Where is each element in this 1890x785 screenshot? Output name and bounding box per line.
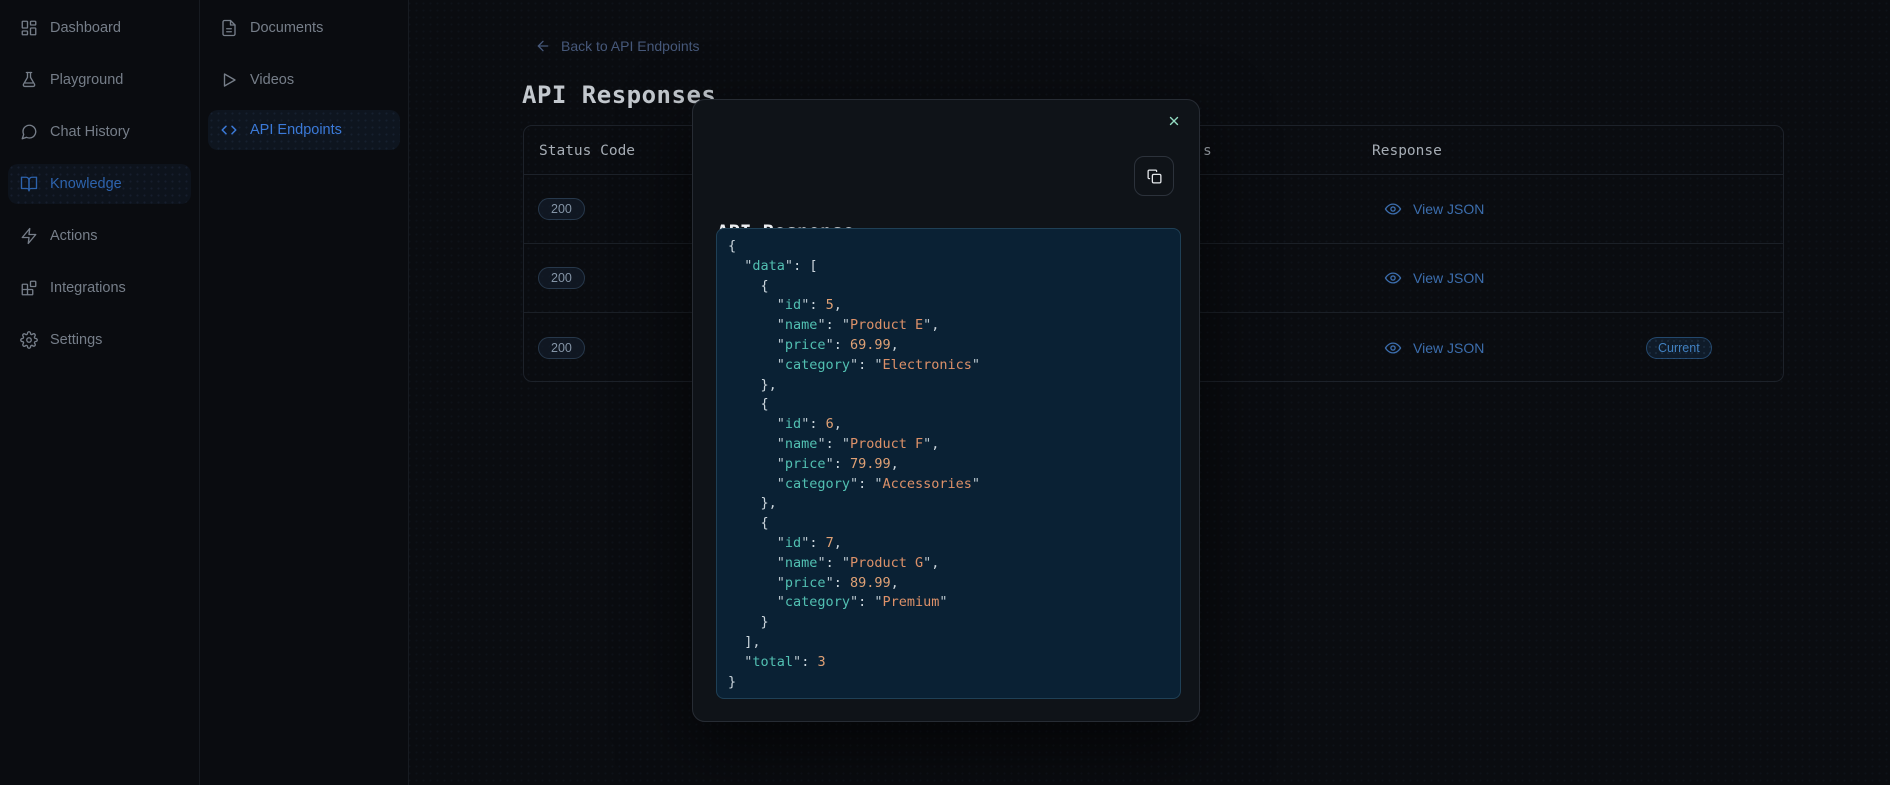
sidebar-item-api-endpoints[interactable]: API Endpoints [208, 110, 400, 150]
back-arrow-icon [535, 38, 551, 54]
sidebar-item-label: Settings [50, 332, 102, 348]
back-link[interactable]: Back to API Endpoints [535, 38, 700, 54]
eye-icon [1384, 339, 1402, 357]
sidebar-item-integrations[interactable]: Integrations [8, 268, 191, 308]
sidebar-item-label: Playground [50, 72, 123, 88]
chat-bubble-icon [20, 123, 38, 141]
eye-icon [1384, 269, 1402, 287]
document-icon [220, 19, 238, 37]
book-open-icon [20, 175, 38, 193]
gear-icon [20, 331, 38, 349]
status-badge: 200 [538, 198, 585, 220]
sidebar-item-label: API Endpoints [250, 122, 342, 138]
api-response-modal: API Response Jan 15, 2024, 11:30 { "data… [692, 99, 1200, 722]
sidebar-item-knowledge[interactable]: Knowledge [8, 164, 191, 204]
copy-button[interactable] [1134, 156, 1174, 196]
sidebar-item-playground[interactable]: Playground [8, 60, 191, 100]
sidebar-item-label: Videos [250, 72, 294, 88]
current-badge: Current [1646, 337, 1712, 359]
sidebar-item-dashboard[interactable]: Dashboard [8, 8, 191, 48]
copy-icon [1146, 168, 1163, 185]
close-button[interactable] [1165, 112, 1183, 130]
sidebar-item-label: Dashboard [50, 20, 121, 36]
sidebar-item-label: Knowledge [50, 176, 122, 192]
sidebar-item-settings[interactable]: Settings [8, 320, 191, 360]
sidebar-item-videos[interactable]: Videos [208, 60, 400, 100]
view-json-label: View JSON [1413, 340, 1484, 356]
column-header-status-code: Status Code [539, 126, 635, 175]
column-header-response: Response [1372, 126, 1442, 175]
back-link-label: Back to API Endpoints [561, 38, 700, 54]
sidebar-item-label: Integrations [50, 280, 126, 296]
sidebar-item-actions[interactable]: Actions [8, 216, 191, 256]
view-json-link[interactable]: View JSON [1384, 339, 1484, 357]
secondary-sidebar: Documents Videos API Endpoints [200, 0, 409, 785]
column-header-partial: s [1203, 126, 1212, 175]
lightning-icon [20, 227, 38, 245]
page-title: API Responses [522, 81, 716, 109]
blocks-icon [20, 279, 38, 297]
primary-sidebar: Dashboard Playground Chat History Knowle… [0, 0, 200, 785]
view-json-label: View JSON [1413, 270, 1484, 286]
eye-icon [1384, 200, 1402, 218]
sidebar-item-documents[interactable]: Documents [208, 8, 400, 48]
status-badge: 200 [538, 337, 585, 359]
app-screen: Dashboard Playground Chat History Knowle… [0, 0, 1890, 785]
sidebar-item-label: Chat History [50, 124, 130, 140]
sidebar-item-label: Documents [250, 20, 323, 36]
view-json-label: View JSON [1413, 201, 1484, 217]
json-code[interactable]: { "data": [ { "id": 5, "name": "Product … [716, 228, 1181, 699]
view-json-link[interactable]: View JSON [1384, 269, 1484, 287]
dashboard-icon [20, 19, 38, 37]
flask-icon [20, 71, 38, 89]
status-badge: 200 [538, 267, 585, 289]
play-icon [220, 71, 238, 89]
close-icon [1167, 114, 1181, 128]
sidebar-item-chat-history[interactable]: Chat History [8, 112, 191, 152]
view-json-link[interactable]: View JSON [1384, 200, 1484, 218]
code-brackets-icon [220, 121, 238, 139]
sidebar-item-label: Actions [50, 228, 98, 244]
